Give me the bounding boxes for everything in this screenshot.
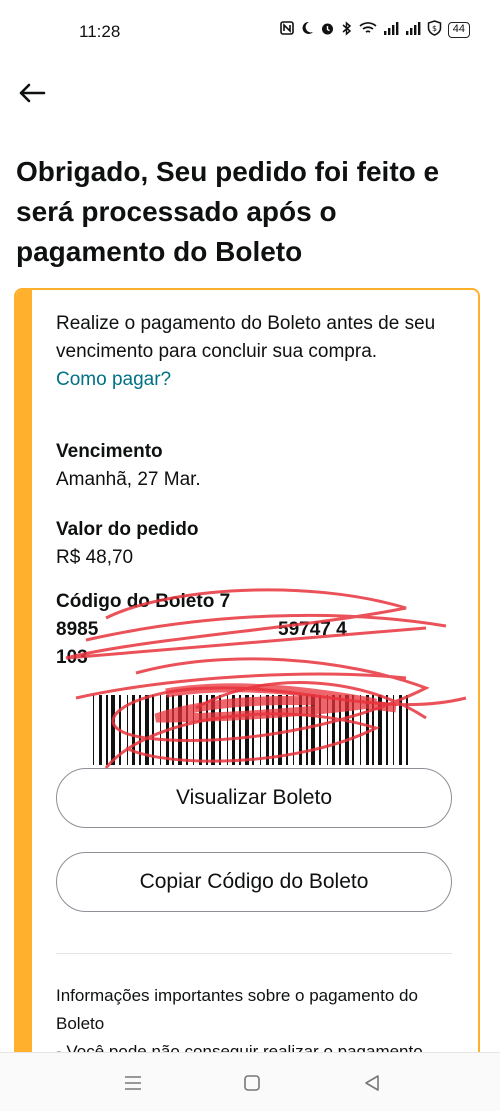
status-time: 11:28 [79,22,121,41]
intro-text: Realize o pagamento do Boleto antes de s… [56,313,436,362]
home-button[interactable] [232,1065,272,1101]
system-nav-bar [0,1052,500,1111]
view-boleto-button[interactable]: Visualizar Boleto [56,768,452,828]
order-amount-label: Valor do pedido [56,519,199,540]
alarm-icon [320,21,335,40]
status-bar: 11:28 $ 44 [0,0,500,64]
battery-icon: 44 [447,22,470,38]
how-to-pay-link[interactable]: Como pagar? [56,366,171,394]
nfc-icon [279,21,294,39]
moon-icon [300,21,314,39]
copy-boleto-code-button[interactable]: Copiar Código do Boleto [56,852,452,912]
arrow-left-icon [19,83,46,103]
divider [56,953,452,954]
wifi-icon [359,21,377,39]
triangle-back-icon [365,1075,379,1091]
recent-apps-button[interactable] [113,1065,153,1101]
bluetooth-icon [341,20,353,40]
back-button[interactable] [14,76,50,110]
signal-icon [383,21,399,39]
back-nav-button[interactable] [352,1065,392,1101]
boleto-card: Realize o pagamento do Boleto antes de s… [14,288,480,1088]
vpn-icon: $ [427,20,442,40]
menu-icon [125,1076,141,1090]
important-info-title: Informações importantes sobre o pagament… [56,986,418,1033]
due-date-label: Vencimento [56,441,163,462]
card-accent-bar [16,290,32,1088]
redaction-scribble [65,588,467,769]
status-icons: $ 44 [279,20,470,40]
signal-icon [405,21,421,39]
square-icon [244,1075,260,1091]
svg-text:$: $ [432,24,437,33]
order-amount-value: R$ 48,70 [56,547,134,568]
page-title: Obrigado, Seu pedido foi feito e será pr… [16,156,440,267]
due-date-value: Amanhã, 27 Mar. [56,469,201,490]
